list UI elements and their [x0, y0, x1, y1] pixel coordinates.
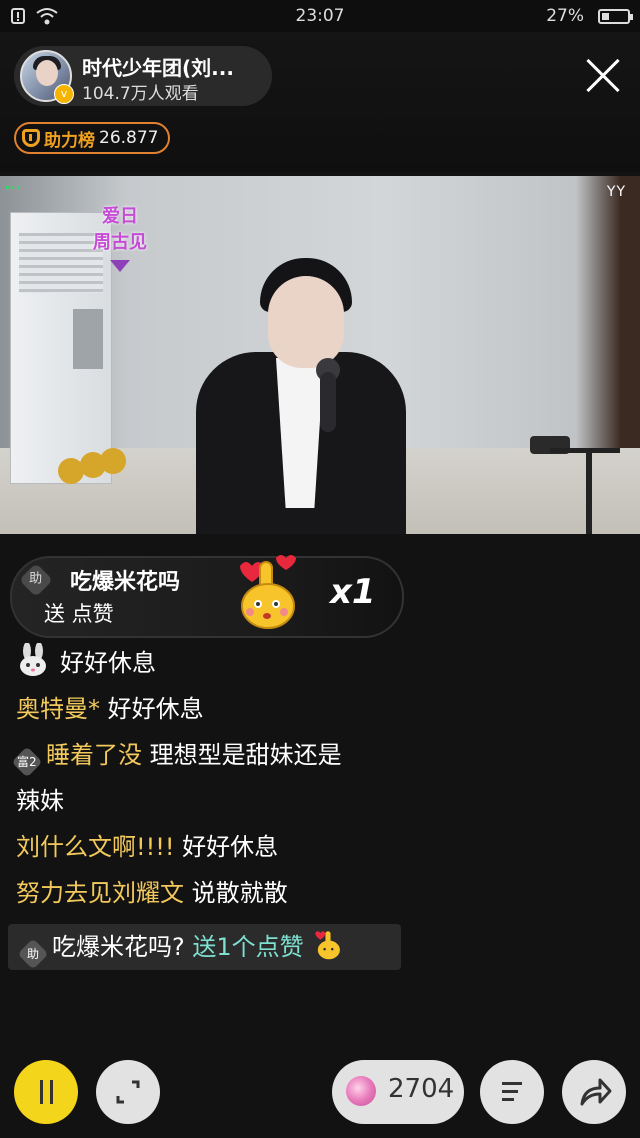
chat-username[interactable]: 奥特曼* — [16, 695, 100, 723]
chat-username[interactable]: 睡着了没 — [46, 741, 142, 769]
microphone — [320, 372, 336, 432]
rank-value: 26.877 — [99, 128, 159, 148]
fullscreen-button[interactable] — [96, 1060, 160, 1124]
bunny-icon — [20, 643, 46, 676]
gift-sender: 吃爆米花吗 — [70, 570, 181, 595]
gift-count: x1 — [330, 572, 376, 612]
chat-message-continued: 辣妹 — [16, 778, 436, 824]
gift-coin-button[interactable]: 2704 — [332, 1060, 464, 1124]
chat-text: 好好休息 — [182, 833, 279, 861]
plush-toys — [58, 448, 128, 488]
coin-count: 2704 — [388, 1074, 455, 1104]
gift-sender[interactable]: 吃爆米花吗? — [52, 933, 185, 961]
status-bar: 23:07 27% — [0, 0, 640, 32]
chat-text: 好好休息 — [107, 695, 204, 723]
clock: 23:07 — [295, 6, 345, 26]
chat-username[interactable]: 刘什么文啊!!!! — [16, 833, 174, 861]
camera-tripod — [520, 432, 630, 534]
chat-text: 好好休息 — [60, 649, 156, 677]
chat-message: 奥特曼* 好好休息 — [16, 686, 436, 732]
share-icon — [580, 1078, 612, 1106]
wealth-level-badge: 富2 — [11, 746, 43, 778]
viewer-count: 104.7万人观看 — [82, 84, 199, 104]
show-logo: 爱日 周古见 — [80, 204, 160, 272]
support-badge-icon: 助 — [17, 938, 49, 970]
battery-percent: 27% — [546, 6, 584, 26]
streamer-figure — [196, 258, 406, 534]
chat-username[interactable]: 努力去见刘耀文 — [16, 879, 184, 907]
chat-message: 好好休息 — [16, 640, 436, 686]
close-button[interactable] — [584, 56, 622, 94]
watermark: YY — [606, 184, 626, 200]
rank-label: 助力榜 — [44, 130, 95, 151]
lollipop-icon — [346, 1076, 376, 1106]
host-info-pill[interactable]: v 时代少年团(刘... 104.7万人观看 — [14, 46, 272, 106]
battery-icon — [598, 9, 633, 24]
share-button[interactable] — [562, 1060, 626, 1124]
menu-icon — [502, 1082, 522, 1101]
chat-text: 辣妹 — [16, 787, 64, 815]
support-rank-button[interactable]: 助力榜 26.877 — [14, 122, 171, 154]
chat-list: 好好休息 奥特曼* 好好休息 富2 睡着了没 理想型是甜妹还是 辣妹 刘什么文啊!… — [11, 640, 436, 916]
pause-button[interactable] — [14, 1060, 78, 1124]
gift-action: 送1个点赞 — [192, 933, 304, 961]
verified-badge: v — [54, 84, 74, 104]
chat-text: 理想型是甜妹还是 — [149, 741, 342, 769]
signal-indicator — [6, 186, 20, 192]
live-video[interactable]: 爱日 周古见 YY — [0, 176, 640, 534]
like-hand-icon — [315, 931, 341, 960]
chat-text: 说散就散 — [191, 879, 288, 907]
host-name: 时代少年团(刘... — [82, 56, 234, 80]
support-badge-icon: 助 — [19, 563, 53, 597]
gift-message: 助吃爆米花吗? 送1个点赞 — [8, 924, 401, 970]
chat-message: 刘什么文啊!!!! 好好休息 — [16, 824, 436, 870]
chat-message: 富2 睡着了没 理想型是甜妹还是 — [11, 732, 436, 778]
gift-action: 送 点赞 — [44, 602, 114, 626]
gift-banner: 助 吃爆米花吗 送 点赞 x1 — [10, 555, 404, 638]
menu-button[interactable] — [480, 1060, 544, 1124]
shield-icon — [22, 129, 40, 147]
expand-icon — [116, 1080, 140, 1104]
like-hand-icon — [240, 555, 296, 629]
stream-header: v 时代少年团(刘... 104.7万人观看 助力榜 26.877 — [0, 32, 640, 172]
chat-message: 努力去见刘耀文 说散就散 — [16, 870, 436, 916]
